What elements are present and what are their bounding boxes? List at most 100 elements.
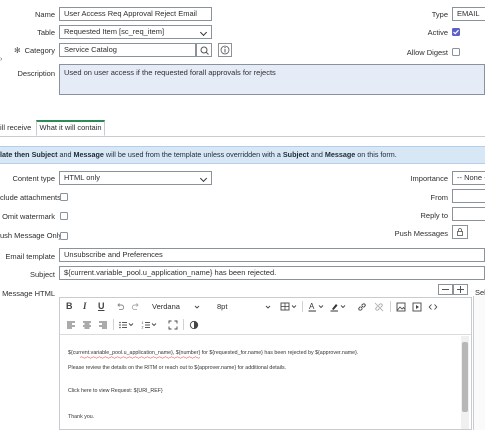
svg-text:2: 2 <box>142 326 144 330</box>
font-family-select[interactable]: Verdana <box>152 302 204 312</box>
importance-select[interactable]: -- None -- <box>452 171 485 185</box>
content-type-label: Content type <box>12 174 55 183</box>
table-select-value: Requested Item [sc_req_item] <box>64 27 165 36</box>
from-label: From <box>430 193 449 202</box>
fullscreen-icon[interactable] <box>168 320 178 330</box>
banner-message-1: Message <box>73 150 104 159</box>
image-icon[interactable] <box>396 302 406 312</box>
html-editor <box>59 297 472 430</box>
push-messages-label: Push Messages <box>394 229 448 238</box>
required-marker: ✻ <box>14 46 21 55</box>
lock-icon <box>457 228 463 236</box>
link-icon[interactable] <box>357 302 367 312</box>
font-size-value: 8pt <box>217 302 228 311</box>
table-label: Table <box>37 28 55 37</box>
table-select[interactable]: Requested Item [sc_req_item] <box>59 25 212 39</box>
reply-to-field[interactable] <box>452 207 485 221</box>
highlight-color-icon[interactable] <box>330 302 348 312</box>
category-label: Category <box>24 46 55 55</box>
include-attachments-checkbox[interactable] <box>60 193 68 201</box>
font-size-select[interactable]: 8pt <box>217 302 273 312</box>
tab-who-will-receive[interactable]: ill receive <box>0 123 31 132</box>
align-right-icon[interactable] <box>98 320 108 330</box>
allow-digest-label: Allow Digest <box>406 48 448 57</box>
content-type-value: HTML only <box>64 173 100 182</box>
importance-label: Importance <box>410 174 448 183</box>
subject-field[interactable]: ${current.variable_pool.u_application_na… <box>59 266 485 280</box>
minus-icon <box>442 289 449 290</box>
content-type-select[interactable]: HTML only <box>59 171 212 185</box>
banner-text-4: and <box>308 150 325 159</box>
omit-watermark-checkbox[interactable] <box>60 212 68 220</box>
from-field[interactable] <box>452 189 485 203</box>
italic-button[interactable]: I <box>83 301 87 311</box>
info-banner: late then Subject and Message will be us… <box>0 146 485 164</box>
bold-button[interactable]: B <box>66 301 73 311</box>
text-color-icon[interactable]: A <box>308 302 326 312</box>
numbered-list-icon[interactable]: 12 <box>141 320 159 330</box>
chevron-down-icon <box>265 305 271 309</box>
right-panel-edge <box>473 296 485 430</box>
name-label: Name <box>34 10 55 19</box>
tab-label: What it will contain <box>39 123 102 132</box>
toolbar-separator <box>113 319 114 330</box>
email-template-field[interactable]: Unsubscribe and Preferences <box>59 248 485 262</box>
unlink-icon[interactable] <box>374 302 384 312</box>
svg-text:A: A <box>309 302 315 311</box>
svg-text:1: 1 <box>142 321 144 325</box>
toolbar-separator <box>302 301 303 312</box>
editor-line: Click here to view Request: ${URI_REF} <box>68 388 163 394</box>
category-field[interactable]: Service Catalog <box>59 43 196 57</box>
banner-text-5: on this form. <box>355 150 397 159</box>
tab-what-it-will-contain[interactable]: What it will contain <box>36 120 105 136</box>
editor-scrollbar-thumb[interactable] <box>462 342 468 412</box>
email-template-label: Email template <box>5 252 55 261</box>
allow-digest-checkbox[interactable] <box>452 48 460 56</box>
active-checkbox[interactable] <box>452 28 460 36</box>
active-label: Active <box>427 28 448 37</box>
name-field[interactable]: User Access Req Approval Reject Email <box>59 7 212 21</box>
check-icon <box>453 29 459 35</box>
align-center-icon[interactable] <box>82 320 92 330</box>
banner-message-2: Message <box>324 150 356 159</box>
message-html-label: Message HTML <box>2 289 55 298</box>
toolbar-separator <box>183 319 184 330</box>
banner-prefix: late then <box>0 150 32 159</box>
video-icon[interactable] <box>412 302 422 312</box>
description-field[interactable]: Used on user access if the requested for… <box>59 64 485 95</box>
category-info-button[interactable] <box>218 43 232 57</box>
push-message-only-checkbox[interactable] <box>60 232 68 240</box>
align-left-icon[interactable] <box>66 320 76 330</box>
reply-to-label: Reply to <box>420 211 448 220</box>
undo-icon[interactable] <box>115 302 125 312</box>
underline-button[interactable]: U <box>98 301 105 311</box>
spellcheck-underline <box>80 356 201 359</box>
left-edge-mark: › <box>0 56 3 63</box>
banner-text-3: will be used from the template unless ov… <box>103 150 283 159</box>
push-message-only-label: ush Message Only <box>0 231 63 240</box>
description-label: Description <box>17 69 55 78</box>
collapse-editor-button[interactable] <box>438 284 453 295</box>
plus-icon <box>457 286 464 293</box>
include-attachments-label: clude attachments <box>0 193 61 202</box>
type-field[interactable]: EMAIL <box>452 7 485 21</box>
subject-label: Subject <box>29 270 55 279</box>
font-family-value: Verdana <box>152 302 180 311</box>
contrast-icon[interactable] <box>189 320 199 330</box>
source-code-icon[interactable] <box>428 302 438 312</box>
editor-toolbar-divider <box>60 334 471 335</box>
info-icon <box>220 45 230 55</box>
banner-subject-1: Subject <box>31 150 58 159</box>
push-messages-lock-button[interactable] <box>452 225 468 239</box>
description-text: Used on user access if the requested for… <box>64 68 276 77</box>
expand-editor-button[interactable] <box>453 284 468 295</box>
redo-icon[interactable] <box>131 302 141 312</box>
search-icon <box>200 46 209 55</box>
table-icon[interactable] <box>280 302 298 312</box>
bullet-list-icon[interactable] <box>118 320 136 330</box>
category-lookup-button[interactable] <box>196 43 212 57</box>
omit-watermark-label: Omit watermark <box>2 212 55 221</box>
chevron-down-icon <box>194 305 200 309</box>
editor-line: Please review the details on the RITM or… <box>68 365 287 371</box>
banner-text-2: and <box>57 150 74 159</box>
